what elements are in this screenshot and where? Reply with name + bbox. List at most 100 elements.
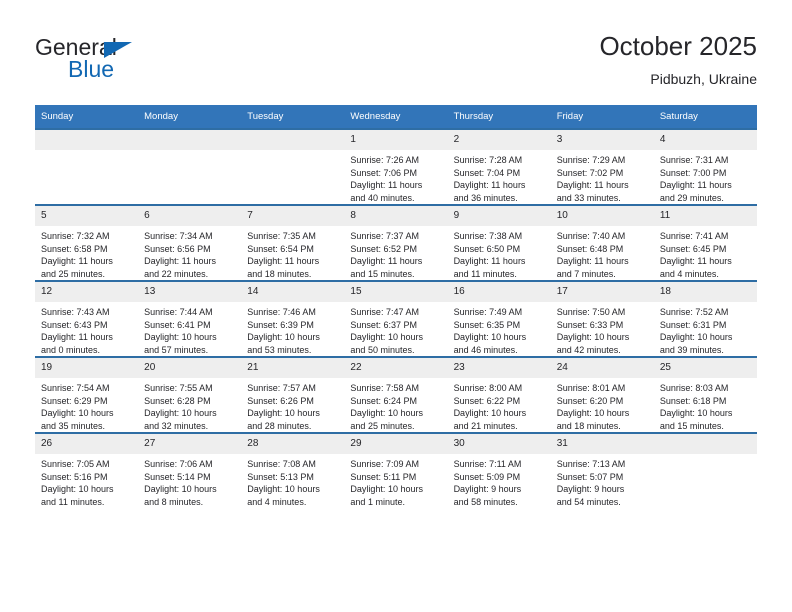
calendar-day-cell[interactable]: 28 Sunrise: 7:08 AM Sunset: 5:13 PM Dayligh… xyxy=(241,432,345,508)
day-details: Sunrise: 7:35 AM Sunset: 6:54 PM Daylight:… xyxy=(241,226,344,280)
weekday-header-thursday: Thursday xyxy=(447,105,551,129)
day-details xyxy=(654,454,757,458)
sunset-text: Sunset: 5:16 PM xyxy=(41,471,108,482)
day-number: 5 xyxy=(35,206,139,226)
sunrise-text: Sunrise: 7:28 AM xyxy=(453,155,523,165)
day-number: 29 xyxy=(344,434,448,454)
calendar-day-cell[interactable]: 4 Sunrise: 7:31 AM Sunset: 7:00 PM Daylight… xyxy=(653,128,757,205)
calendar-day-cell[interactable]: 30 Sunrise: 7:11 AM Sunset: 5:09 PM Dayligh… xyxy=(447,432,551,508)
day-details xyxy=(241,150,344,154)
day-number: 12 xyxy=(35,282,139,302)
general-blue-logo[interactable]: General Blue xyxy=(35,30,235,86)
calendar-day-cell[interactable]: 15 Sunrise: 7:47 AM Sunset: 6:37 PM Dayligh… xyxy=(344,280,448,357)
daylight-text-cont: and 33 minutes. xyxy=(556,192,621,203)
calendar-day-cell[interactable]: 31 Sunrise: 7:13 AM Sunset: 5:07 PM Dayligh… xyxy=(550,432,654,508)
day-details: Sunrise: 7:26 AM Sunset: 7:06 PM Daylight:… xyxy=(344,150,447,204)
day-details: Sunrise: 7:43 AM Sunset: 6:43 PM Daylight:… xyxy=(35,302,138,356)
day-number: 4 xyxy=(653,130,757,150)
calendar-day-cell[interactable]: 24 Sunrise: 8:01 AM Sunset: 6:20 PM Dayligh… xyxy=(550,356,654,433)
calendar-day-cell[interactable]: 9 Sunrise: 7:38 AM Sunset: 6:50 PM Daylight… xyxy=(447,204,551,281)
daylight-text-cont: and 21 minutes. xyxy=(453,420,518,431)
daylight-text-cont: and 11 minutes. xyxy=(41,496,105,507)
calendar-day-cell[interactable]: 13 Sunrise: 7:44 AM Sunset: 6:41 PM Dayligh… xyxy=(138,280,242,357)
daylight-text: Daylight: 10 hours xyxy=(247,408,320,418)
calendar-day-cell[interactable]: 18 Sunrise: 7:52 AM Sunset: 6:31 PM Dayligh… xyxy=(653,280,757,357)
calendar-day-cell[interactable]: 10 Sunrise: 7:40 AM Sunset: 6:48 PM Dayligh… xyxy=(550,204,654,281)
sunset-text: Sunset: 6:58 PM xyxy=(41,243,108,254)
daylight-text: Daylight: 11 hours xyxy=(41,332,113,342)
calendar-day-cell[interactable]: 11 Sunrise: 7:41 AM Sunset: 6:45 PM Dayligh… xyxy=(653,204,757,281)
sunrise-text: Sunrise: 8:03 AM xyxy=(659,383,729,393)
day-details: Sunrise: 7:40 AM Sunset: 6:48 PM Daylight:… xyxy=(551,226,654,280)
day-details: Sunrise: 7:50 AM Sunset: 6:33 PM Daylight:… xyxy=(551,302,654,356)
daylight-text: Daylight: 10 hours xyxy=(350,408,423,418)
sunrise-text: Sunrise: 7:11 AM xyxy=(453,459,522,469)
daylight-text: Daylight: 10 hours xyxy=(659,332,733,342)
sunset-text: Sunset: 6:48 PM xyxy=(556,243,624,254)
day-number: 27 xyxy=(138,434,242,454)
calendar-day-cell[interactable]: 21 Sunrise: 7:57 AM Sunset: 6:26 PM Dayligh… xyxy=(241,356,345,433)
day-number: 10 xyxy=(550,206,654,226)
day-number xyxy=(241,130,345,150)
day-number xyxy=(138,130,242,150)
day-number: 11 xyxy=(653,206,757,226)
daylight-text-cont: and 4 minutes. xyxy=(247,496,307,507)
day-details: Sunrise: 7:49 AM Sunset: 6:35 PM Daylight:… xyxy=(448,302,551,356)
sunrise-text: Sunrise: 7:52 AM xyxy=(659,307,729,317)
calendar-day-cell-empty xyxy=(241,128,345,205)
day-number: 23 xyxy=(447,358,551,378)
calendar-day-cell-empty xyxy=(35,128,139,205)
daylight-text-cont: and 57 minutes. xyxy=(144,344,209,355)
calendar-day-cell[interactable]: 14 Sunrise: 7:46 AM Sunset: 6:39 PM Dayligh… xyxy=(241,280,345,357)
calendar-day-cell[interactable]: 3 Sunrise: 7:29 AM Sunset: 7:02 PM Daylight… xyxy=(550,128,654,205)
calendar-day-cell[interactable]: 27 Sunrise: 7:06 AM Sunset: 5:14 PM Dayligh… xyxy=(138,432,242,508)
day-number: 3 xyxy=(550,130,654,150)
calendar-day-cell[interactable]: 1 Sunrise: 7:26 AM Sunset: 7:06 PM Daylight… xyxy=(344,128,448,205)
day-details: Sunrise: 7:29 AM Sunset: 7:02 PM Daylight:… xyxy=(551,150,654,204)
daylight-text-cont: and 1 minute. xyxy=(350,496,405,507)
day-number: 9 xyxy=(447,206,551,226)
calendar-day-cell[interactable]: 12 Sunrise: 7:43 AM Sunset: 6:43 PM Dayligh… xyxy=(35,280,139,357)
calendar-day-cell[interactable]: 7 Sunrise: 7:35 AM Sunset: 6:54 PM Daylight… xyxy=(241,204,345,281)
calendar-day-cell[interactable]: 20 Sunrise: 7:55 AM Sunset: 6:28 PM Dayligh… xyxy=(138,356,242,433)
calendar-day-cell[interactable]: 5 Sunrise: 7:32 AM Sunset: 6:58 PM Daylight… xyxy=(35,204,139,281)
daylight-text: Daylight: 11 hours xyxy=(659,256,732,266)
calendar-day-cell[interactable]: 29 Sunrise: 7:09 AM Sunset: 5:11 PM Dayligh… xyxy=(344,432,448,508)
sunset-text: Sunset: 6:33 PM xyxy=(556,319,624,330)
calendar-day-cell[interactable]: 25 Sunrise: 8:03 AM Sunset: 6:18 PM Dayligh… xyxy=(653,356,757,433)
daylight-text: Daylight: 9 hours xyxy=(556,484,625,494)
calendar-day-cell[interactable]: 22 Sunrise: 7:58 AM Sunset: 6:24 PM Dayligh… xyxy=(344,356,448,433)
day-number: 15 xyxy=(344,282,448,302)
calendar-day-cell[interactable]: 26 Sunrise: 7:05 AM Sunset: 5:16 PM Dayligh… xyxy=(35,432,139,508)
sunrise-text: Sunrise: 7:43 AM xyxy=(41,307,110,317)
day-details: Sunrise: 7:13 AM Sunset: 5:07 PM Daylight:… xyxy=(551,454,654,508)
sunrise-text: Sunrise: 7:50 AM xyxy=(556,307,626,317)
day-number: 18 xyxy=(653,282,757,302)
day-number: 22 xyxy=(344,358,448,378)
daylight-text: Daylight: 11 hours xyxy=(556,180,629,190)
day-details: Sunrise: 7:34 AM Sunset: 6:56 PM Daylight:… xyxy=(138,226,241,280)
daylight-text-cont: and 32 minutes. xyxy=(144,420,209,431)
day-number: 21 xyxy=(241,358,345,378)
daylight-text-cont: and 28 minutes. xyxy=(247,420,312,431)
daylight-text: Daylight: 10 hours xyxy=(247,332,320,342)
calendar-day-cell[interactable]: 23 Sunrise: 8:00 AM Sunset: 6:22 PM Dayligh… xyxy=(447,356,551,433)
day-number: 16 xyxy=(447,282,551,302)
daylight-text: Daylight: 10 hours xyxy=(556,332,630,342)
calendar-day-cell[interactable]: 2 Sunrise: 7:28 AM Sunset: 7:04 PM Daylight… xyxy=(447,128,551,205)
calendar-day-cell[interactable]: 6 Sunrise: 7:34 AM Sunset: 6:56 PM Daylight… xyxy=(138,204,242,281)
day-number: 28 xyxy=(241,434,345,454)
day-number: 13 xyxy=(138,282,242,302)
daylight-text: Daylight: 11 hours xyxy=(556,256,629,266)
sunset-text: Sunset: 6:39 PM xyxy=(247,319,314,330)
calendar-day-cell-empty xyxy=(653,432,757,508)
weekday-header-sunday: Sunday xyxy=(35,105,139,129)
calendar-day-cell[interactable]: 17 Sunrise: 7:50 AM Sunset: 6:33 PM Dayligh… xyxy=(550,280,654,357)
day-number: 14 xyxy=(241,282,345,302)
calendar-day-cell[interactable]: 8 Sunrise: 7:37 AM Sunset: 6:52 PM Daylight… xyxy=(344,204,448,281)
calendar-week-row: 19 Sunrise: 7:54 AM Sunset: 6:29 PM Dayligh… xyxy=(35,356,757,433)
calendar-week-row: 12 Sunrise: 7:43 AM Sunset: 6:43 PM Dayligh… xyxy=(35,280,757,357)
calendar-day-cell[interactable]: 19 Sunrise: 7:54 AM Sunset: 6:29 PM Dayligh… xyxy=(35,356,139,433)
calendar-day-cell[interactable]: 16 Sunrise: 7:49 AM Sunset: 6:35 PM Dayligh… xyxy=(447,280,551,357)
daylight-text: Daylight: 11 hours xyxy=(659,180,732,190)
